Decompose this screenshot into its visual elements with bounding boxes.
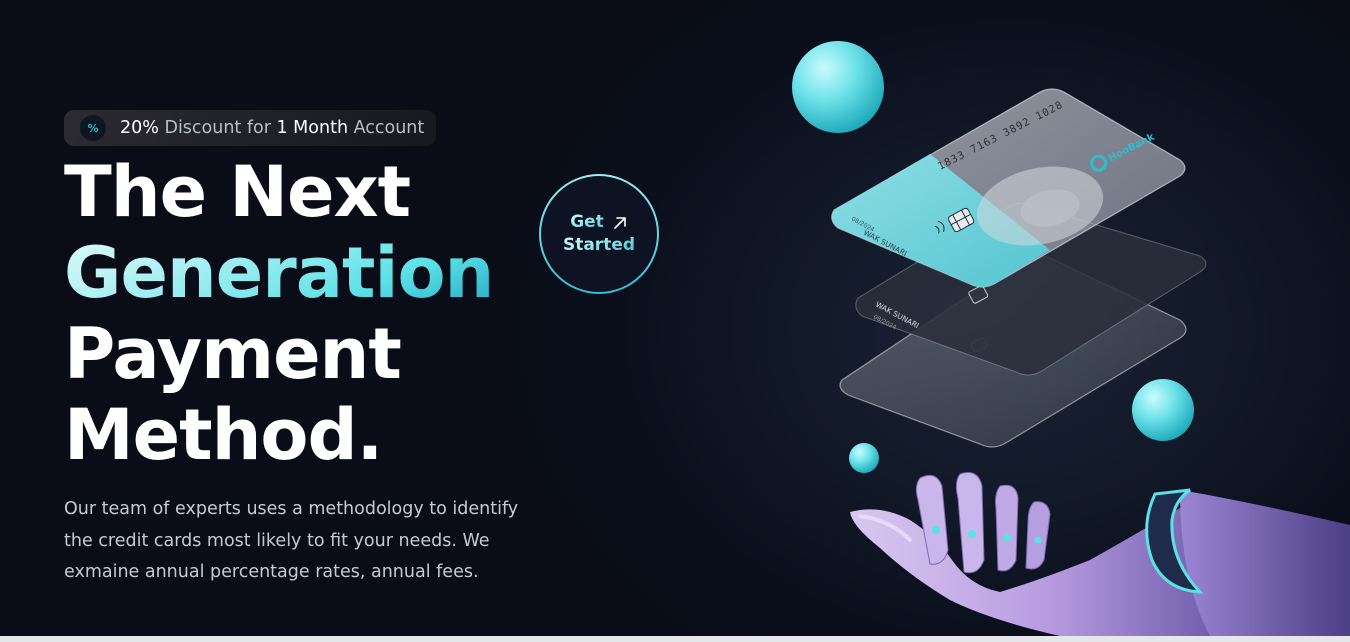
get-started-label-2: Started [562, 235, 636, 255]
arrow-up-right-icon [614, 216, 626, 229]
robot-finger-ring [995, 484, 1019, 572]
title-line-3: Payment [64, 313, 402, 395]
discount-badge: % 20% Discount for 1 Month Account [64, 110, 436, 146]
discount-duration: 1 Month [276, 118, 349, 138]
hero-description: Our team of experts uses a methodology t… [64, 499, 519, 582]
get-started-button[interactable]: Get Started [539, 174, 659, 294]
robot-joint-2 [968, 530, 976, 538]
get-started-inner: Get Started [541, 176, 657, 292]
robot-joint-4 [1034, 536, 1042, 544]
robot-joint-3 [1003, 534, 1011, 542]
robot-hand-cards-illustration: WAK SUNARI 08/2024 1833 7163 3892 1028 H… [760, 20, 1350, 636]
get-started-row: Get [570, 211, 628, 234]
percent-icon: % [80, 115, 106, 141]
title-line-1: The Next [64, 151, 411, 233]
robot-finger-pinky [1025, 501, 1051, 570]
get-started-label-1: Get [570, 212, 604, 232]
discount-suffix: Account [348, 118, 425, 138]
hero-section: % 20% Discount for 1 Month Account The N… [0, 0, 1350, 636]
page-title: The Next Generation Payment Method. [64, 151, 494, 476]
robot-finger-middle [955, 472, 985, 574]
title-line-2: Generation [64, 232, 494, 314]
sphere-large [792, 41, 884, 133]
robot-arm [1180, 490, 1350, 636]
discount-label: Discount for [158, 118, 277, 138]
bottom-scrollbar-strip [0, 636, 1350, 642]
discount-text: 20% Discount for 1 Month Account [120, 118, 424, 138]
title-line-4: Method. [64, 394, 383, 476]
sphere-medium [1132, 379, 1194, 441]
sphere-small [849, 443, 879, 473]
illustration-canvas: WAK SUNARI 08/2024 1833 7163 3892 1028 H… [792, 41, 1350, 636]
discount-amount: 20% [120, 118, 159, 138]
robot-joint-1 [932, 526, 940, 534]
